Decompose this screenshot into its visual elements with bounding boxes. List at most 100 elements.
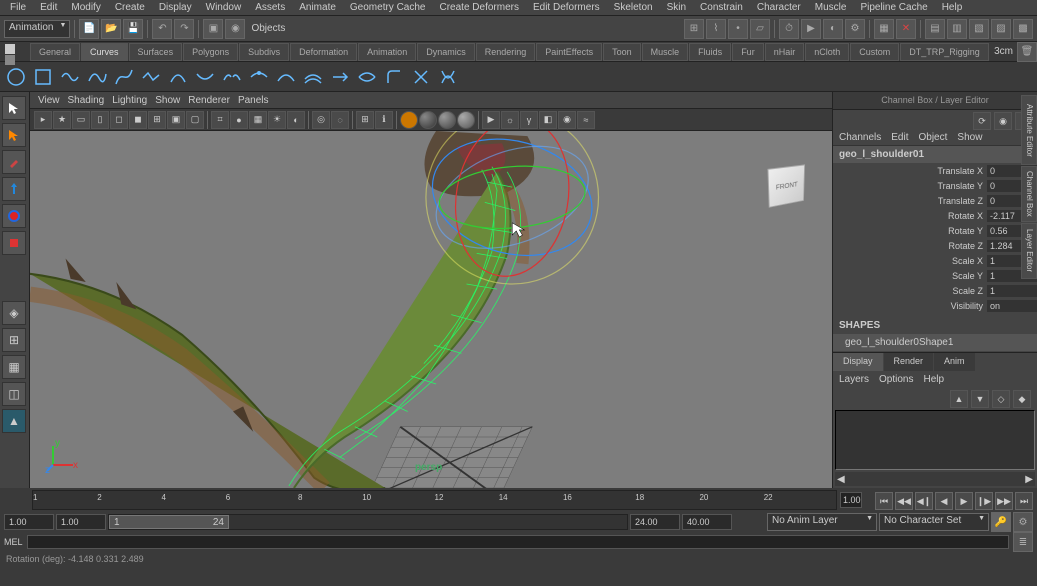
snap-point-icon[interactable]: •: [728, 19, 748, 39]
snap-grid-icon[interactable]: ⊞: [684, 19, 704, 39]
panel-toggle4-icon[interactable]: ▨: [991, 19, 1011, 39]
script-editor-icon[interactable]: ≣: [1013, 532, 1033, 552]
menu-display[interactable]: Display: [153, 0, 198, 15]
menu-skeleton[interactable]: Skeleton: [608, 0, 659, 15]
history-icon[interactable]: ⏱: [779, 19, 799, 39]
play-forward-button[interactable]: ▶: [955, 492, 973, 510]
wave-curve-icon[interactable]: [58, 65, 82, 89]
vp-safe-action-icon[interactable]: ▣: [167, 111, 185, 129]
viewport[interactable]: FRONT persp yxz: [30, 131, 832, 488]
prefs-icon[interactable]: ⚙: [1013, 512, 1033, 532]
x-icon[interactable]: ✕: [896, 19, 916, 39]
viewcube[interactable]: FRONT: [762, 161, 812, 211]
rebuild-curve-icon[interactable]: [355, 65, 379, 89]
side-tab-attribute-editor[interactable]: Attribute Editor: [1021, 95, 1037, 165]
menu-skin[interactable]: Skin: [661, 0, 692, 15]
vp-view[interactable]: View: [38, 95, 60, 106]
render-settings-icon[interactable]: ⚙: [845, 19, 865, 39]
vp-renderer-icon[interactable]: ▶: [482, 111, 500, 129]
vp-resolution-gate-icon[interactable]: ◻: [110, 111, 128, 129]
vp-smooth-shade-icon[interactable]: ●: [230, 111, 248, 129]
vp-grid-icon[interactable]: ⊞: [356, 111, 374, 129]
shelf-tab-subdivs[interactable]: Subdivs: [239, 43, 289, 61]
command-input[interactable]: [27, 535, 1009, 549]
bezier-curve-icon[interactable]: [112, 65, 136, 89]
vp-film-gate-icon[interactable]: ▯: [91, 111, 109, 129]
auto-key-icon[interactable]: 🔑: [991, 512, 1011, 532]
menu-edit[interactable]: Edit: [34, 0, 63, 15]
panel-toggle3-icon[interactable]: ▧: [969, 19, 989, 39]
selected-object-name[interactable]: geo_l_shoulder01: [833, 146, 1037, 163]
menu-character[interactable]: Character: [751, 0, 807, 15]
attr-vis-value[interactable]: on: [987, 300, 1037, 312]
channel-show-menu[interactable]: Show: [957, 132, 982, 143]
insert-knot-icon[interactable]: [247, 65, 271, 89]
shelf-tab-fur[interactable]: Fur: [732, 43, 764, 61]
shelf-tab-dynamics[interactable]: Dynamics: [417, 43, 475, 61]
vp-textured-icon[interactable]: ▦: [249, 111, 267, 129]
panel-toggle2-icon[interactable]: ▥: [947, 19, 967, 39]
shelf-tab-muscle[interactable]: Muscle: [642, 43, 689, 61]
menu-assets[interactable]: Assets: [249, 0, 291, 15]
menu-create[interactable]: Create: [109, 0, 151, 15]
go-to-end-button[interactable]: ⏭: [1015, 492, 1033, 510]
menu-file[interactable]: File: [4, 0, 32, 15]
menu-edit-deformers[interactable]: Edit Deformers: [527, 0, 606, 15]
offset-curve-icon[interactable]: [301, 65, 325, 89]
shape-name[interactable]: geo_l_shoulder0Shape1: [833, 334, 1037, 351]
attr-sz-value[interactable]: 1: [987, 285, 1037, 297]
paint-select-tool[interactable]: [2, 150, 26, 174]
shelf-tab-custom[interactable]: Custom: [850, 43, 899, 61]
detach-curve-icon[interactable]: [220, 65, 244, 89]
lasso-tool[interactable]: [2, 123, 26, 147]
vp-exposure-icon[interactable]: ☼: [501, 111, 519, 129]
shelf-tab-rendering[interactable]: Rendering: [476, 43, 536, 61]
snap-plane-icon[interactable]: ▱: [750, 19, 770, 39]
four-view-icon[interactable]: ▦: [2, 355, 26, 379]
render-icon[interactable]: ▶: [801, 19, 821, 39]
select-tool[interactable]: [2, 96, 26, 120]
vp-gate-mask-icon[interactable]: ◼: [129, 111, 147, 129]
layer-move-up-icon[interactable]: ▲: [950, 390, 968, 408]
step-back-key-button[interactable]: ◀◀: [895, 492, 913, 510]
vp-select-camera-icon[interactable]: ▸: [34, 111, 52, 129]
layer-help-menu[interactable]: Help: [923, 374, 944, 385]
playback-start-field[interactable]: 1.00: [56, 514, 106, 530]
vp-dof-icon[interactable]: ◉: [558, 111, 576, 129]
shelf-tab-dttrp[interactable]: DT_TRP_Rigging: [900, 43, 989, 61]
shelf-tab-curves[interactable]: Curves: [81, 43, 128, 61]
range-slider[interactable]: 124: [108, 514, 628, 530]
extend-curve-icon[interactable]: [274, 65, 298, 89]
layer-list[interactable]: [835, 410, 1035, 470]
layer-move-down-icon[interactable]: ▼: [971, 390, 989, 408]
arc-curve-icon[interactable]: [166, 65, 190, 89]
vp-orange-icon[interactable]: [400, 111, 418, 129]
fillet-curve-icon[interactable]: [382, 65, 406, 89]
single-perspective-icon[interactable]: ⊞: [2, 328, 26, 352]
vp-show[interactable]: Show: [155, 95, 180, 106]
undo-icon[interactable]: ↶: [152, 19, 172, 39]
create-layer-selected-icon[interactable]: ◆: [1013, 390, 1031, 408]
menu-muscle[interactable]: Muscle: [809, 0, 853, 15]
layer-tab-display[interactable]: Display: [833, 353, 883, 371]
shelf-tab-fluids[interactable]: Fluids: [689, 43, 731, 61]
menu-constrain[interactable]: Constrain: [694, 0, 749, 15]
layer-scrollbar[interactable]: ◀▶: [835, 472, 1035, 486]
vp-bookmark-icon[interactable]: ★: [53, 111, 71, 129]
vp-sphere3-icon[interactable]: [457, 111, 475, 129]
vp-shading[interactable]: Shading: [68, 95, 105, 106]
persp-outliner-icon[interactable]: ◫: [2, 382, 26, 406]
scale-tool[interactable]: [2, 231, 26, 255]
vp-field-chart-icon[interactable]: ⊞: [148, 111, 166, 129]
layers-menu[interactable]: Layers: [839, 374, 869, 385]
channel-manip-icon[interactable]: ◉: [994, 112, 1012, 130]
select-object-icon[interactable]: ◉: [225, 19, 245, 39]
square-curve-icon[interactable]: [31, 65, 55, 89]
open-scene-icon[interactable]: 📂: [101, 19, 121, 39]
anim-end-field[interactable]: 40.00: [682, 514, 732, 530]
layer-tab-anim[interactable]: Anim: [934, 353, 975, 371]
shelf-tab-nhair[interactable]: nHair: [765, 43, 805, 61]
time-slider[interactable]: 1 2 4 6 8 10 12 14 16 18 20 22: [32, 490, 837, 510]
shelf-tab-surfaces[interactable]: Surfaces: [129, 43, 183, 61]
vp-gamma-icon[interactable]: γ: [520, 111, 538, 129]
